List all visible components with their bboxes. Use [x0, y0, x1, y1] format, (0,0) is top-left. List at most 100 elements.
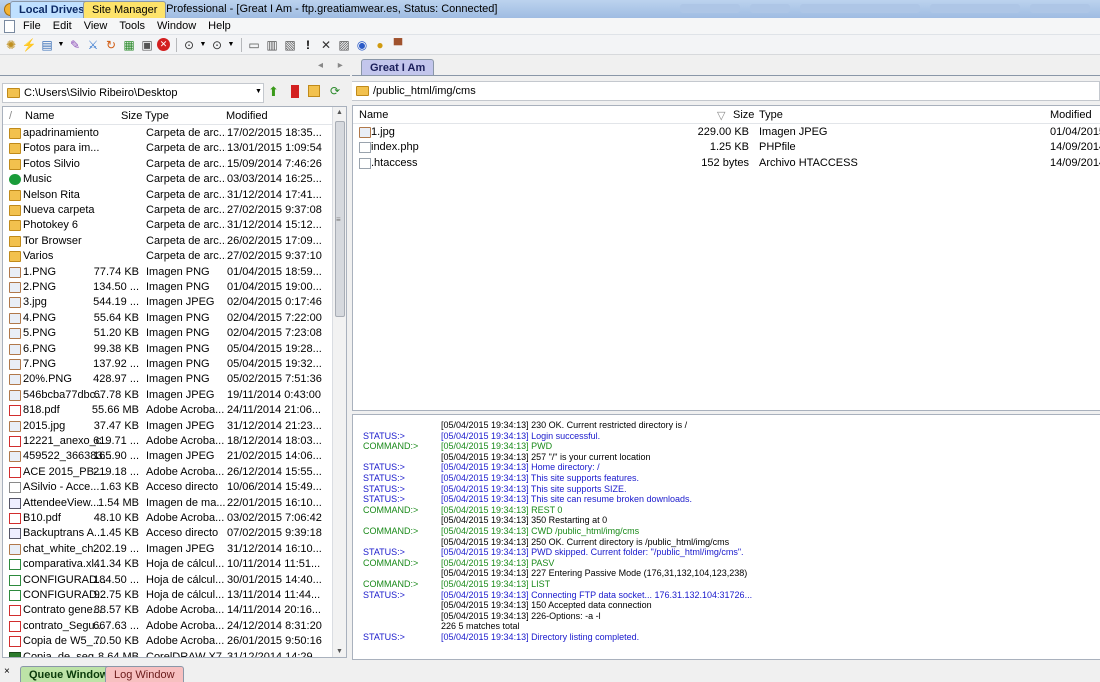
list-item[interactable]: 6.PNG 99.38 KB Imagen PNG 05/04/2015 19:28.…	[3, 342, 346, 357]
list-item[interactable]: 1.jpg 229.00 KB Imagen JPEG 01/04/2015 1	[353, 125, 1100, 140]
list-item[interactable]: 7.PNG 137.92 ... Imagen PNG 05/04/2015 19:3…	[3, 357, 346, 372]
stop-icon[interactable]: ✕	[157, 38, 170, 51]
list-item[interactable]: 1.PNG 77.74 KB Imagen PNG 01/04/2015 18:59.…	[3, 265, 346, 280]
list-item[interactable]: AttendeeView... 1.54 MB Imagen de ma... 22/…	[3, 496, 346, 511]
list-item[interactable]: 459522_366383... 165.90 ... Imagen JPEG 21/…	[3, 449, 346, 464]
reconnect-icon[interactable]: ↻	[103, 37, 119, 53]
remote-file-list[interactable]: Name ▽ Size Type Modified 1.jpg 229.00 KB…	[352, 105, 1100, 411]
list-item[interactable]: ASilvio - Acce... 1.63 KB Acceso directo 10…	[3, 480, 346, 495]
new-folder-icon[interactable]	[308, 85, 320, 97]
list-item[interactable]: contrato_Segu... 667.63 ... Adobe Acroba..…	[3, 619, 346, 634]
sync-icon[interactable]: ▀	[390, 37, 406, 53]
menu-window[interactable]: Window	[157, 20, 196, 32]
list-item[interactable]: B10.pdf 48.10 KB Adobe Acroba... 03/02/2015…	[3, 511, 346, 526]
column-size[interactable]: Size	[121, 110, 142, 122]
local-file-list[interactable]: / Name Size Type Modified apadrinamiento…	[2, 106, 347, 658]
list-item[interactable]: Fotos Silvio Carpeta de arc... 15/09/2014 …	[3, 157, 346, 172]
tab-remote-great-i-am[interactable]: Great I Am	[361, 59, 435, 76]
dropdown-arrow-icon[interactable]: ▼	[57, 37, 65, 53]
scroll-up-icon[interactable]: ▲	[336, 109, 343, 116]
tab-queue-window[interactable]: Queue Window	[20, 666, 118, 682]
disconnect-icon[interactable]: ⚔	[85, 37, 101, 53]
list-item[interactable]: Fotos para im... Carpeta de arc... 13/01/2…	[3, 141, 346, 156]
list-item[interactable]: Backuptrans A... 1.45 KB Acceso directo 07/…	[3, 526, 346, 541]
upload-icon[interactable]: ⊙	[209, 37, 225, 53]
quick-connect-icon[interactable]: ⚡	[21, 37, 37, 53]
local-path-combo[interactable]: C:\Users\Silvio Ribeiro\Desktop	[2, 83, 264, 103]
remote-path-combo[interactable]: /public_html/img/cms	[352, 81, 1100, 101]
download-icon[interactable]: ⊙	[181, 37, 197, 53]
list-item[interactable]: CONFIGURAD... 184.50 ... Hoja de cálcul...…	[3, 573, 346, 588]
tab-log-window[interactable]: Log Window	[105, 666, 184, 682]
list-item[interactable]: apadrinamiento Carpeta de arc... 17/02/201…	[3, 126, 346, 141]
list-item[interactable]: index.php 1.25 KB PHPfile 14/09/2014	[353, 140, 1100, 155]
refresh-icon[interactable]: ▥	[264, 37, 280, 53]
tab-local-drives[interactable]: Local Drives	[10, 1, 94, 18]
delete-icon[interactable]: ✕	[318, 37, 334, 53]
list-item[interactable]: Nelson Rita Carpeta de arc... 31/12/2014 1…	[3, 188, 346, 203]
local-scrollbar[interactable]: ▲ ≡ ▼	[332, 107, 346, 657]
list-item[interactable]: 5.PNG 51.20 KB Imagen PNG 02/04/2015 7:23:0…	[3, 326, 346, 341]
menu-help[interactable]: Help	[208, 20, 231, 32]
log-label: STATUS:>	[363, 632, 405, 642]
properties-icon[interactable]: ▨	[336, 37, 352, 53]
list-item[interactable]: Music Carpeta de arc... 03/03/2014 16:25..…	[3, 172, 346, 187]
column-type[interactable]: Type	[759, 109, 783, 121]
list-item[interactable]: CONFIGURAD... 92.75 KB Hoja de cálcul... 13…	[3, 588, 346, 603]
list-item[interactable]: chat_white_ch... 202.19 ... Imagen JPEG 31/…	[3, 542, 346, 557]
tab-scroll-arrows[interactable]: ◂ ▸	[318, 60, 349, 71]
dropdown-arrow-icon[interactable]: ▼	[227, 37, 235, 53]
list-item[interactable]: Nueva carpeta Carpeta de arc... 27/02/2015…	[3, 203, 346, 218]
list-item[interactable]: comparativa.xl... 41.34 KB Hoja de cálcul.…	[3, 557, 346, 572]
column-modified[interactable]: Modified	[226, 110, 268, 122]
list-item[interactable]: Copia de W5_... 70.50 KB Adobe Acroba... 26…	[3, 634, 346, 649]
list-item[interactable]: Copia_de_seg... 8.64 MB CorelDRAW X7... 31/…	[3, 650, 346, 657]
edit-site-icon[interactable]: ✎	[67, 37, 83, 53]
list-item[interactable]: Varios Carpeta de arc... 27/02/2015 9:37:1…	[3, 249, 346, 264]
list-item[interactable]: 818.pdf 55.66 MB Adobe Acroba... 24/11/2014…	[3, 403, 346, 418]
column-name[interactable]: Name	[25, 110, 54, 122]
list-item[interactable]: Tor Browser Carpeta de arc... 26/02/2015 1…	[3, 234, 346, 249]
connect-wizard-icon[interactable]: ✺	[3, 37, 19, 53]
new-site-icon[interactable]: ▤	[39, 37, 55, 53]
refresh-local-icon[interactable]: ⟳	[330, 84, 340, 98]
menu-file[interactable]: File	[23, 20, 41, 32]
menu-edit[interactable]: Edit	[53, 20, 72, 32]
chevron-down-icon[interactable]: ▼	[255, 88, 262, 95]
scroll-down-icon[interactable]: ▼	[336, 648, 343, 655]
rename-icon[interactable]: ▧	[282, 37, 298, 53]
tab-site-manager[interactable]: Site Manager	[83, 1, 167, 18]
view-icon[interactable]: ▭	[246, 37, 262, 53]
list-item[interactable]: ACE 2015_PB-... 219.18 ... Adobe Acroba...…	[3, 465, 346, 480]
list-item[interactable]: 546bcba77dbc... 67.78 KB Imagen JPEG 19/11/…	[3, 388, 346, 403]
list-item[interactable]: Photokey 6 Carpeta de arc... 31/12/2014 15…	[3, 218, 346, 233]
execute-icon[interactable]: !	[300, 37, 316, 53]
close-icon[interactable]: ×	[4, 666, 10, 677]
list-item[interactable]: .htaccess 152 bytes Archivo HTACCESS 14/09/…	[353, 156, 1100, 171]
column-name[interactable]: Name	[359, 109, 388, 121]
list-item[interactable]: Contrato gene... 88.57 KB Adobe Acroba... 1…	[3, 603, 346, 618]
list-item[interactable]: 2.PNG 134.50 ... Imagen PNG 01/04/2015 19:0…	[3, 280, 346, 295]
column-modified[interactable]: Modified	[1050, 109, 1092, 121]
cell-modified: 13/01/2015 1:09:54	[227, 142, 322, 155]
delete-local-icon[interactable]	[291, 85, 299, 98]
menu-view[interactable]: View	[84, 20, 108, 32]
menu-tools[interactable]: Tools	[119, 20, 145, 32]
transfer-icon[interactable]: ▣	[139, 37, 155, 53]
site-manager-icon[interactable]: ▦	[121, 37, 137, 53]
filter-icon[interactable]: ●	[372, 37, 388, 53]
dropdown-arrow-icon[interactable]: ▼	[199, 37, 207, 53]
chmod-icon[interactable]: ◉	[354, 37, 370, 53]
list-item[interactable]: 4.PNG 55.64 KB Imagen PNG 02/04/2015 7:22:0…	[3, 311, 346, 326]
list-item[interactable]: 2015.jpg 37.47 KB Imagen JPEG 31/12/2014 21…	[3, 419, 346, 434]
log-window[interactable]: [05/04/2015 19:34:13] 230 OK. Current re…	[352, 414, 1100, 660]
document-icon[interactable]	[4, 19, 15, 33]
cell-modified: 24/12/2014 8:31:20	[227, 619, 322, 632]
log-message: [05/04/2015 19:34:13] This site can resu…	[441, 494, 692, 505]
up-folder-icon[interactable]: ⬆	[268, 84, 279, 100]
list-item[interactable]: 3.jpg 544.19 ... Imagen JPEG 02/04/2015 0:1…	[3, 295, 346, 310]
column-size[interactable]: Size	[733, 109, 754, 121]
list-item[interactable]: 12221_anexo_c... 619.71 ... Adobe Acroba..…	[3, 434, 346, 449]
column-type[interactable]: Type	[145, 110, 169, 122]
list-item[interactable]: 20%.PNG 428.97 ... Imagen PNG 05/02/2015 7:…	[3, 372, 346, 387]
